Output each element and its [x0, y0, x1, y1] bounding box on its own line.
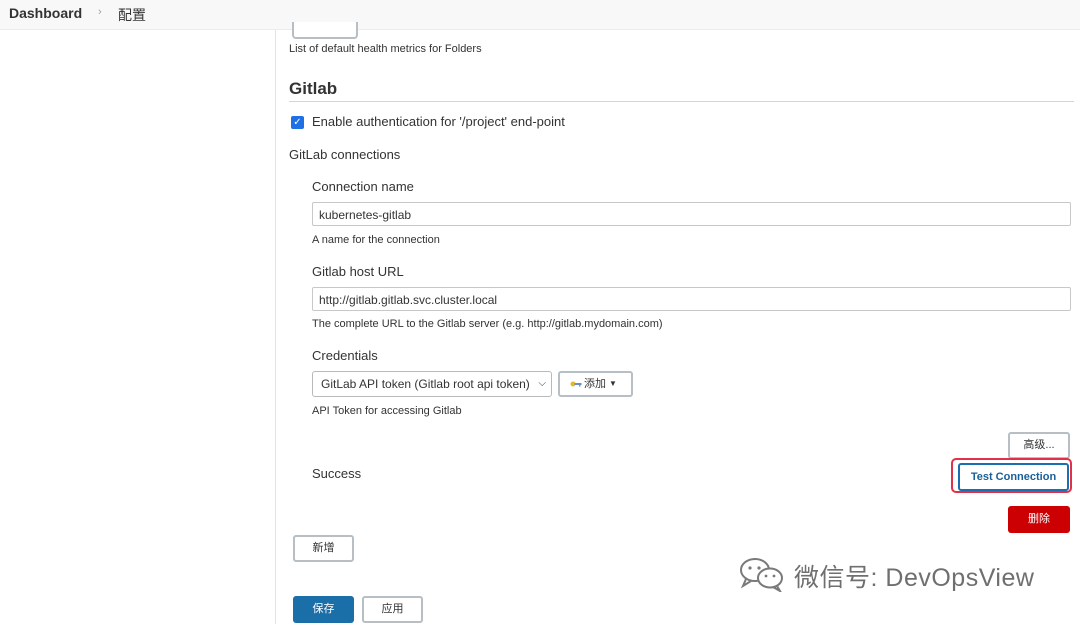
folder-health-button[interactable]: [292, 22, 358, 39]
wechat-icon: [740, 558, 783, 592]
caret-down-icon: ▼: [609, 379, 617, 388]
apply-button[interactable]: 应用: [362, 596, 423, 623]
credentials-selected-value: GitLab API token (Gitlab root api token): [321, 377, 530, 391]
connection-name-help: A name for the connection: [312, 234, 440, 246]
advanced-button[interactable]: 高级...: [1008, 432, 1070, 459]
chevron-right-icon: ›: [98, 6, 102, 18]
test-status-text: Success: [312, 466, 362, 481]
sidebar: [0, 30, 275, 624]
chevron-down-icon: ⌵: [538, 378, 546, 389]
gitlab-connections-label: GitLab connections: [289, 147, 401, 162]
breadcrumb-dashboard-link[interactable]: Dashboard: [9, 5, 82, 21]
enable-auth-label[interactable]: Enable authentication for '/project' end…: [312, 114, 565, 129]
delete-connection-button[interactable]: 删除: [1008, 506, 1070, 533]
gitlab-section-title: Gitlab: [289, 79, 338, 98]
sidebar-divider: [275, 30, 276, 624]
watermark-text: 微信号: DevOpsView: [794, 564, 1035, 592]
host-url-input[interactable]: http://gitlab.gitlab.svc.cluster.local: [312, 287, 1071, 311]
test-connection-button[interactable]: Test Connection: [958, 463, 1069, 491]
jenkins-config-page: Dashboard › 配置 List of default health me…: [0, 0, 1080, 624]
section-divider: [289, 101, 1074, 102]
credentials-label: Credentials: [312, 348, 378, 363]
host-url-label: Gitlab host URL: [312, 264, 404, 279]
credentials-help: API Token for accessing Gitlab: [312, 405, 462, 417]
add-credentials-label: 添加: [584, 378, 606, 390]
credentials-select[interactable]: GitLab API token (Gitlab root api token)…: [312, 371, 552, 397]
save-button[interactable]: 保存: [293, 596, 354, 623]
folder-health-help: List of default health metrics for Folde…: [289, 43, 482, 55]
host-url-help: The complete URL to the Gitlab server (e…: [312, 318, 663, 330]
connection-name-label: Connection name: [312, 179, 414, 194]
checkbox-checked-icon[interactable]: ✓: [291, 116, 304, 129]
key-icon: [570, 381, 582, 387]
breadcrumb-current: 配置: [118, 7, 146, 23]
connection-name-input[interactable]: kubernetes-gitlab: [312, 202, 1071, 226]
add-connection-button[interactable]: 新增: [293, 535, 354, 562]
add-credentials-button[interactable]: 添加 ▼: [558, 371, 633, 397]
breadcrumb-bar: Dashboard › 配置: [0, 0, 1080, 30]
